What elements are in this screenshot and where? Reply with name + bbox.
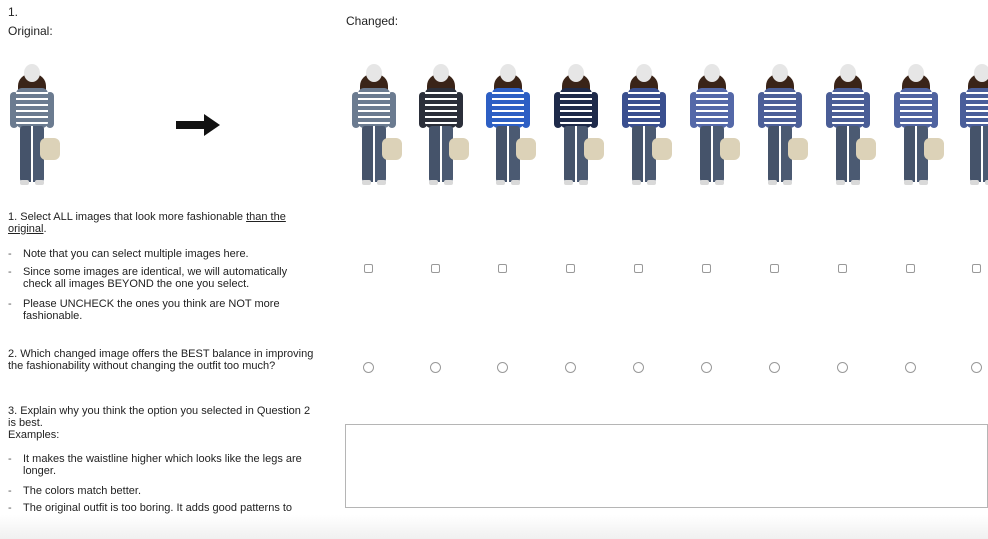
best-balance-radio[interactable] [497,362,508,373]
q2-instruction: 2. Which changed image offers the BEST b… [8,348,314,372]
changed-outfit-image [417,64,469,188]
changed-outfit-image [620,64,672,188]
question-number: 1. [8,5,19,19]
changed-outfit-image [824,64,876,188]
best-balance-radio[interactable] [633,362,644,373]
best-balance-radio[interactable] [363,362,374,373]
page-bottom-fade [0,515,988,539]
changed-label: Changed: [346,14,399,28]
image-checkbox[interactable] [838,264,847,273]
q3-example: The colors match better. [8,485,308,498]
q1-suffix: . [43,222,47,235]
changed-outfit-image [688,64,740,188]
best-balance-radio[interactable] [905,362,916,373]
image-checkbox[interactable] [364,264,373,273]
image-checkbox[interactable] [498,264,507,273]
image-checkbox[interactable] [634,264,643,273]
image-checkbox[interactable] [702,264,711,273]
q3-answer-textarea[interactable] [345,424,988,508]
image-checkbox[interactable] [906,264,915,273]
image-checkbox[interactable] [431,264,440,273]
arrow-right-icon [176,114,222,136]
best-balance-radio[interactable] [837,362,848,373]
q3-example: It makes the waistline higher which look… [8,453,308,477]
changed-outfit-image [484,64,536,188]
q1-note: Note that you can select multiple images… [8,248,308,261]
q3-examples-label: Examples: [8,429,60,441]
image-checkbox[interactable] [770,264,779,273]
q1-text: 1. Select ALL images that look more fash… [8,211,247,223]
changed-outfit-image [958,64,988,188]
changed-outfit-image [552,64,604,188]
best-balance-radio[interactable] [769,362,780,373]
original-outfit-image [8,64,60,188]
changed-outfit-image [892,64,944,188]
original-label: Original: [8,24,53,38]
best-balance-radio[interactable] [971,362,982,373]
best-balance-radio[interactable] [565,362,576,373]
best-balance-radio[interactable] [430,362,441,373]
q3-instruction: 3. Explain why you think the option you … [8,405,311,429]
best-balance-radio[interactable] [701,362,712,373]
image-checkbox[interactable] [566,264,575,273]
q1-note: Please UNCHECK the ones you think are NO… [8,298,308,322]
image-checkbox[interactable] [972,264,981,273]
q1-instruction: 1. Select ALL images that look more fash… [8,211,318,235]
q1-note: Since some images are identical, we will… [8,266,308,290]
changed-outfit-image [756,64,808,188]
changed-outfit-image [350,64,402,188]
